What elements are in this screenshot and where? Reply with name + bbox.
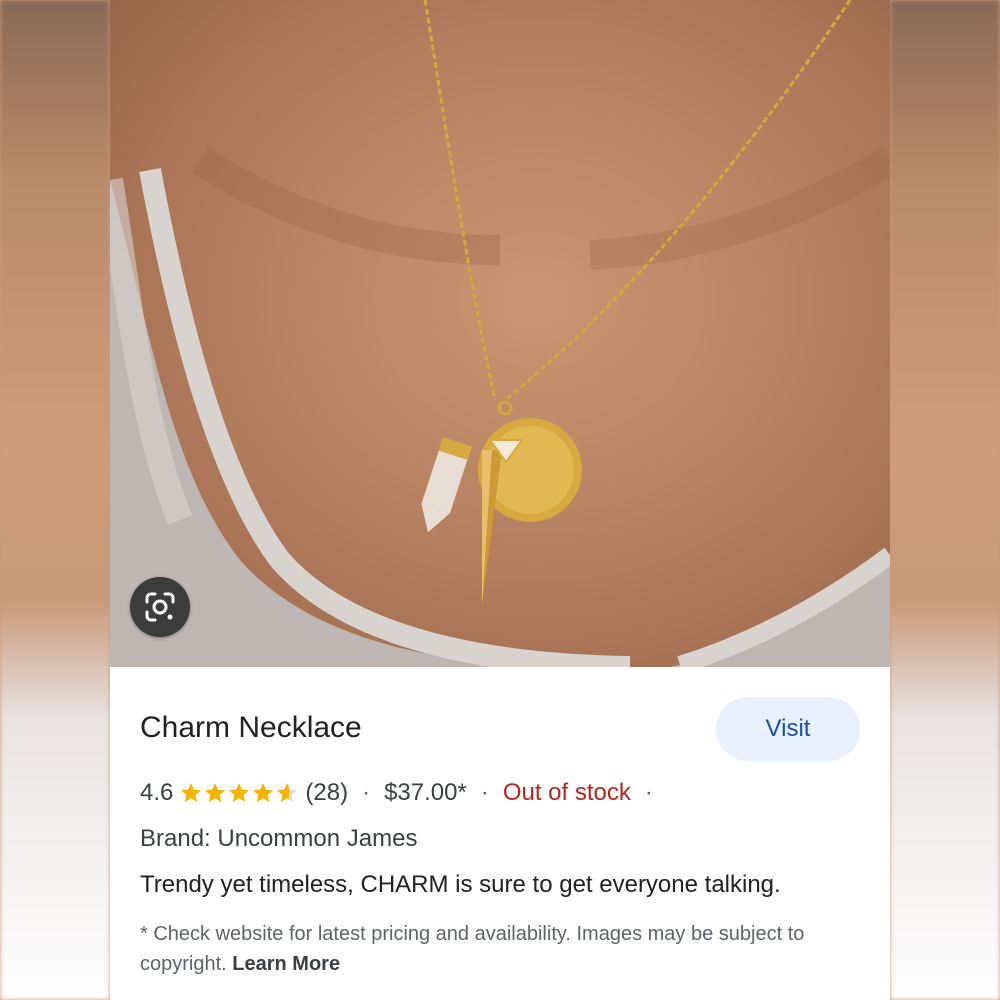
- separator-dot: ·: [480, 779, 489, 806]
- stock-status: Out of stock: [502, 779, 631, 806]
- rating-price-row: 4.6 (28) · $37.00* · Out of stock ·: [140, 779, 667, 807]
- separator-dot: ·: [644, 779, 653, 806]
- necklace-illustration: [110, 0, 890, 667]
- star-rating: [179, 781, 299, 805]
- product-title[interactable]: Charm Necklace: [140, 711, 362, 745]
- product-info-card: Charm Necklace Visit 4.6 (28) · $37.00* …: [110, 667, 890, 1000]
- rating-value: 4.6: [140, 779, 174, 806]
- visit-button[interactable]: Visit: [716, 697, 860, 761]
- review-count[interactable]: (28): [305, 779, 348, 807]
- blurred-backdrop-right: [890, 0, 1000, 1000]
- blurred-backdrop-left: [0, 0, 110, 1000]
- star-icon: [181, 783, 298, 802]
- google-lens-icon: [145, 592, 175, 622]
- product-image[interactable]: [110, 0, 890, 667]
- disclaimer: * Check website for latest pricing and a…: [140, 919, 840, 979]
- price: $37.00*: [384, 779, 467, 806]
- google-lens-button[interactable]: [130, 577, 190, 637]
- brand-label: Brand: Uncommon James: [140, 825, 418, 852]
- learn-more-link[interactable]: Learn More: [232, 953, 340, 975]
- separator-dot: ·: [362, 779, 371, 806]
- product-description: Trendy yet timeless, CHARM is sure to ge…: [140, 871, 781, 898]
